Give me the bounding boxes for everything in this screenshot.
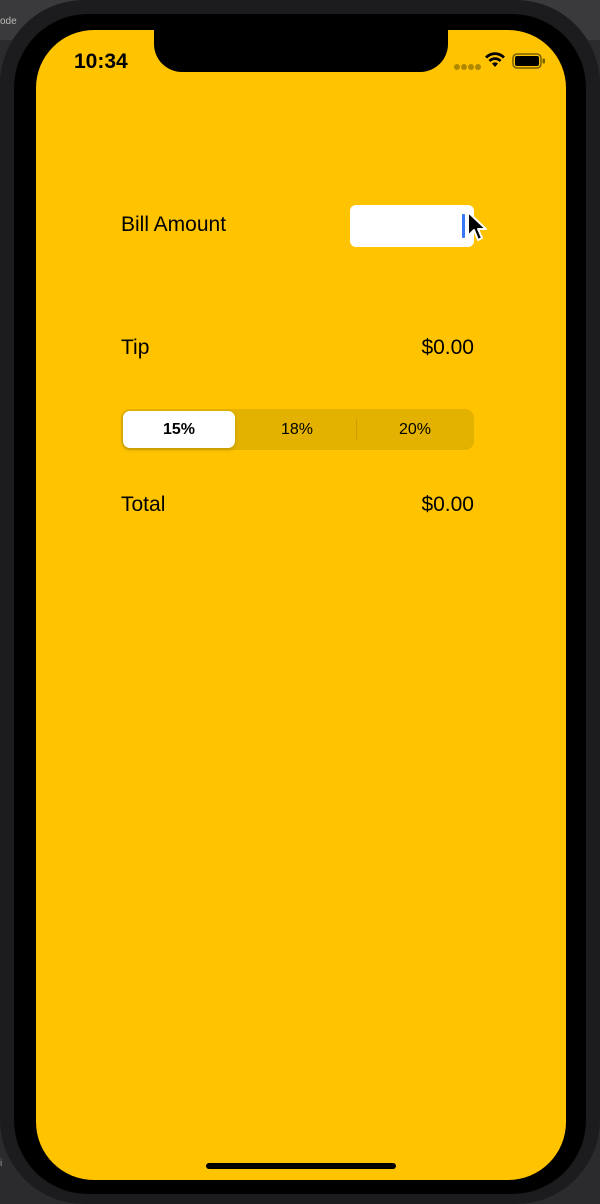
- tip-value: $0.00: [421, 336, 474, 359]
- home-indicator: [206, 1163, 396, 1169]
- tip-option-20[interactable]: 20%: [359, 411, 471, 448]
- tip-label: Tip: [121, 336, 150, 359]
- bill-amount-input[interactable]: [350, 205, 474, 247]
- status-icons: [454, 51, 550, 71]
- bill-amount-label: Bill Amount: [121, 213, 227, 236]
- mouse-pointer-icon: [467, 211, 487, 241]
- segment-divider: [356, 419, 357, 440]
- cellular-signal-icon: [454, 57, 482, 75]
- text-caret: [462, 214, 465, 238]
- host-strip-text: ode: [0, 16, 17, 27]
- app-screen: 10:34 Bill Amount Tip $0.00 15% 18% 20% …: [36, 30, 566, 1180]
- wifi-icon: [485, 52, 505, 67]
- tip-option-18[interactable]: 18%: [241, 411, 353, 448]
- battery-icon: [512, 53, 545, 69]
- phone-frame: 10:34 Bill Amount Tip $0.00 15% 18% 20% …: [0, 0, 600, 1204]
- status-time: 10:34: [74, 50, 128, 73]
- tip-percentage-segmented-control: 15% 18% 20%: [121, 409, 474, 450]
- total-value: $0.00: [421, 493, 474, 516]
- notch: [154, 30, 448, 72]
- total-label: Total: [121, 493, 166, 516]
- tip-option-15[interactable]: 15%: [123, 411, 235, 448]
- host-strip-text-bottom: i: [0, 1158, 3, 1169]
